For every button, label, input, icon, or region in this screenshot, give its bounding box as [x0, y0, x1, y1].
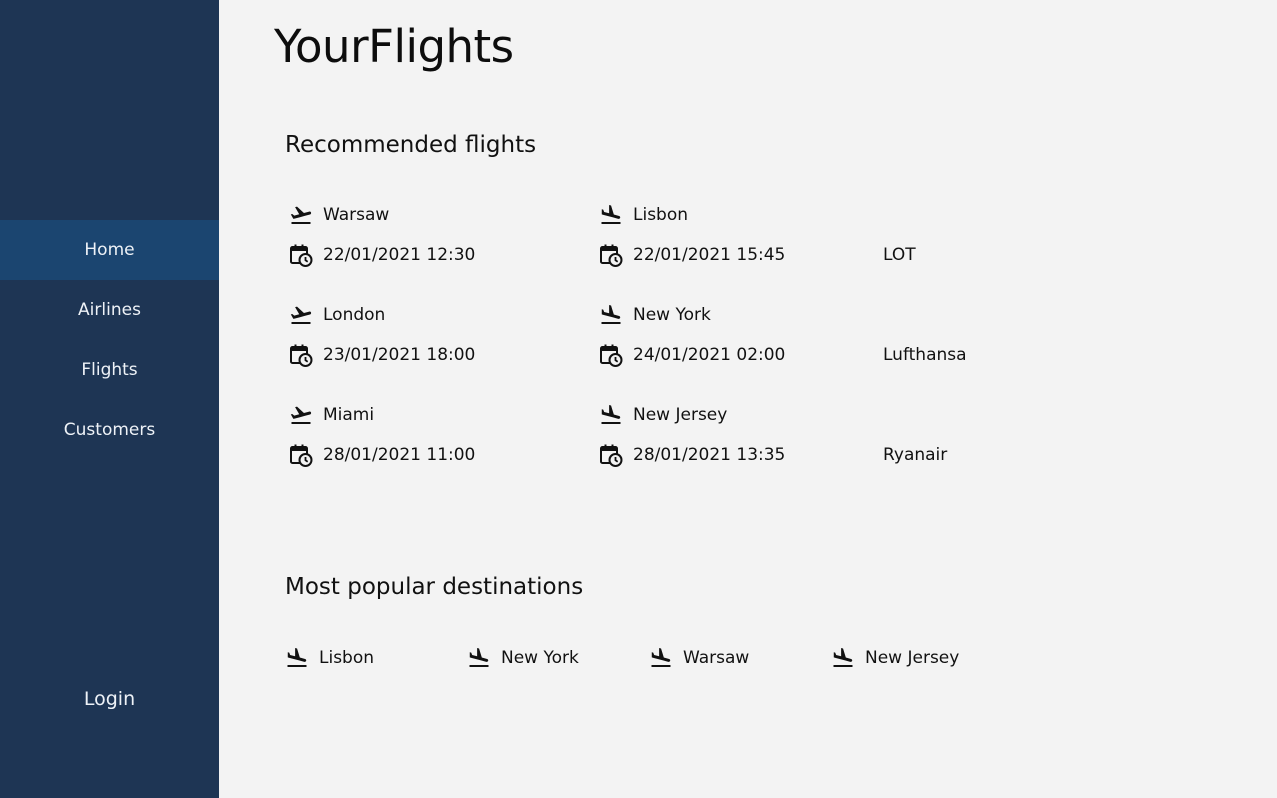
arrival-datetime: 24/01/2021 02:00: [633, 345, 786, 365]
flight-departure-city[interactable]: London: [289, 300, 385, 330]
departure-datetime: 28/01/2021 11:00: [323, 445, 476, 465]
flight-takeoff-icon: [289, 203, 313, 227]
calendar-clock-icon: [599, 443, 623, 467]
calendar-clock-icon: [599, 343, 623, 367]
calendar-clock-icon: [289, 443, 313, 467]
arrival-city: New Jersey: [633, 405, 728, 425]
departure-city: Warsaw: [323, 205, 390, 225]
recommended-flights-title: Recommended flights: [285, 132, 537, 158]
departure-city: Miami: [323, 405, 375, 425]
flight-land-icon: [599, 403, 623, 427]
flight-departure-city[interactable]: Warsaw: [289, 200, 389, 230]
flight-land-icon: [599, 203, 623, 227]
flight-departure-time: 23/01/2021 18:00: [289, 340, 475, 370]
flight-land-icon: [831, 646, 855, 670]
calendar-clock-icon: [289, 343, 313, 367]
destination-label: New Jersey: [865, 648, 960, 668]
flight-arrival-time: 28/01/2021 13:35: [599, 440, 785, 470]
flight-arrival-city[interactable]: New York: [599, 300, 711, 330]
flight-land-icon: [599, 303, 623, 327]
popular-destinations-title: Most popular destinations: [285, 574, 584, 600]
flight-departure-time: 28/01/2021 11:00: [289, 440, 475, 470]
sidebar-item-customers[interactable]: Customers: [0, 400, 219, 460]
flight-land-icon: [467, 646, 491, 670]
flight-arrival-time: 22/01/2021 15:45: [599, 240, 785, 270]
flight-land-icon: [649, 646, 673, 670]
flight-airline: LOT: [883, 245, 916, 265]
sidebar-item-flights[interactable]: Flights: [0, 340, 219, 400]
destination-item[interactable]: New York: [467, 643, 579, 673]
destination-item[interactable]: Warsaw: [649, 643, 749, 673]
destination-item[interactable]: Lisbon: [285, 643, 374, 673]
arrival-datetime: 28/01/2021 13:35: [633, 445, 786, 465]
flight-departure-time: 22/01/2021 12:30: [289, 240, 475, 270]
flight-takeoff-icon: [289, 303, 313, 327]
flight-airline: Ryanair: [883, 445, 948, 465]
departure-city: London: [323, 305, 386, 325]
sidebar-item-home[interactable]: Home: [0, 220, 219, 280]
flight-arrival-city[interactable]: Lisbon: [599, 200, 688, 230]
departure-datetime: 23/01/2021 18:00: [323, 345, 476, 365]
destination-item[interactable]: New Jersey: [831, 643, 959, 673]
calendar-clock-icon: [599, 243, 623, 267]
flight-arrival-time: 24/01/2021 02:00: [599, 340, 785, 370]
calendar-clock-icon: [289, 243, 313, 267]
flight-arrival-city[interactable]: New Jersey: [599, 400, 727, 430]
arrival-city: Lisbon: [633, 205, 689, 225]
departure-datetime: 22/01/2021 12:30: [323, 245, 476, 265]
flight-takeoff-icon: [289, 403, 313, 427]
flight-departure-city[interactable]: Miami: [289, 400, 374, 430]
login-button[interactable]: Login: [0, 669, 219, 729]
sidebar-item-airlines[interactable]: Airlines: [0, 280, 219, 340]
destination-label: New York: [501, 648, 579, 668]
flight-land-icon: [285, 646, 309, 670]
arrival-city: New York: [633, 305, 711, 325]
arrival-datetime: 22/01/2021 15:45: [633, 245, 786, 265]
page-title: YourFlights: [274, 20, 514, 73]
destination-label: Lisbon: [319, 648, 375, 668]
flight-airline: Lufthansa: [883, 345, 967, 365]
destination-label: Warsaw: [683, 648, 750, 668]
sidebar: Home Airlines Flights Customers Login: [0, 0, 219, 798]
